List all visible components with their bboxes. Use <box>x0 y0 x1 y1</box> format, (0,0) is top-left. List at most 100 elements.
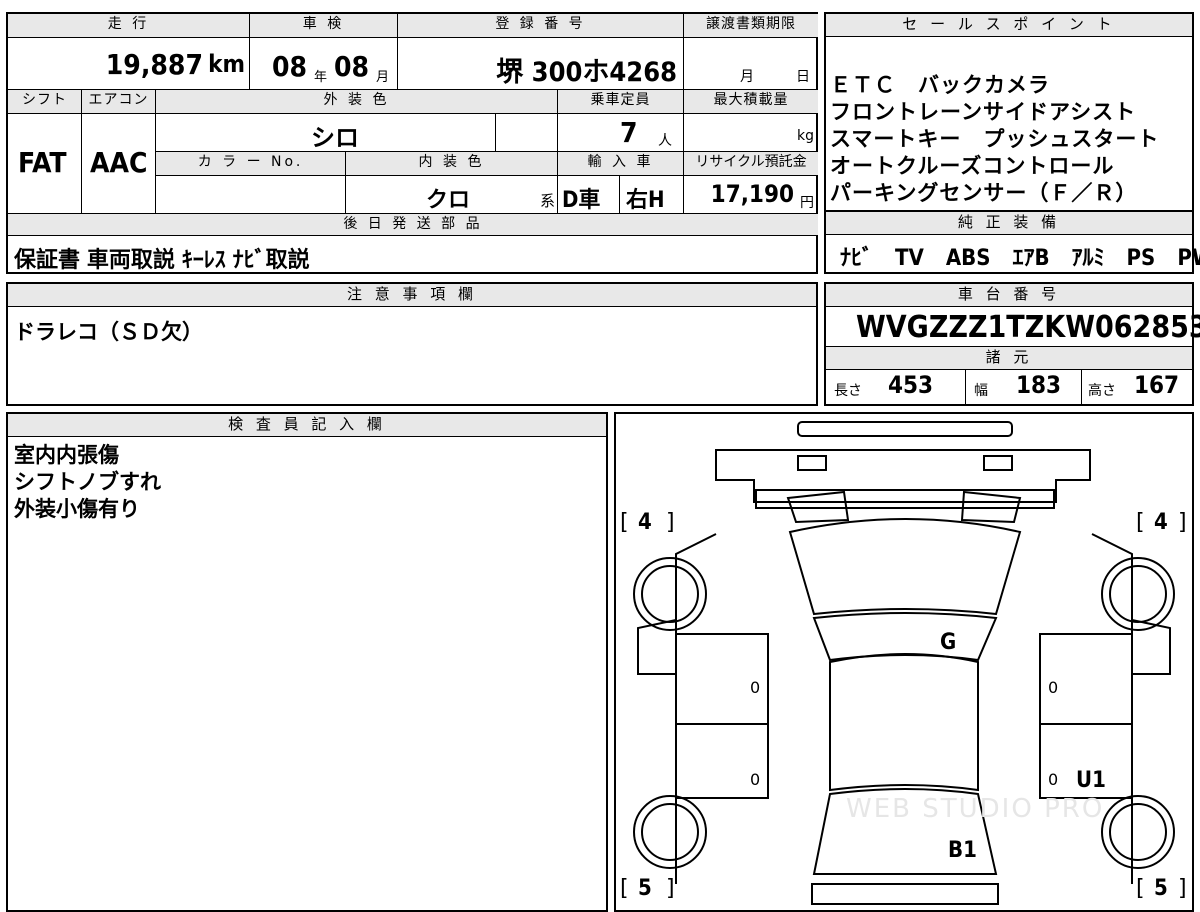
max-load-unit: kg <box>797 128 814 144</box>
inspection-month-unit: 月 <box>376 70 390 85</box>
spec-length-value: 453 <box>888 371 934 399</box>
capacity-header: 乗車定員 <box>558 90 684 114</box>
tire-rl-bracket-close: ] <box>666 876 675 901</box>
inspection-header: 車 検 <box>250 14 398 38</box>
genuine-equipment-value: ﾅﾋﾞ TV ABS ｴｱB ｱﾙﾐ PS PW <box>840 246 1200 271</box>
tire-rr-value: 5 <box>1154 876 1168 901</box>
mileage-value: 19,887 <box>105 48 203 81</box>
genuine-equipment-box: 純 正 装 備 ﾅﾋﾞ TV ABS ｴｱB ｱﾙﾐ PS PW <box>824 212 1200 274</box>
capacity-value: 7 <box>620 116 638 149</box>
spec-height-value: 167 <box>1134 371 1180 399</box>
tire-rl-bracket: [ <box>620 876 629 901</box>
chassis-header: 車 台 番 号 <box>826 284 1192 307</box>
max-load-cell: kg <box>684 114 818 152</box>
inspector-notes: 室内内張傷 シフトノブすれ 外装小傷有り <box>14 442 161 523</box>
damage-mark-g: G <box>940 630 957 655</box>
recycle-unit: 円 <box>800 195 814 211</box>
watermark: WEB STUDIO PRO <box>846 794 1105 824</box>
exterior-color-value: シロ <box>311 124 359 152</box>
later-parts-value: 保証書 車両取説 ｷｰﾚｽ ﾅﾋﾞ取説 <box>14 248 310 273</box>
color-no-header: カ ラ ー No. <box>156 152 346 176</box>
shift-value: FAT <box>18 146 67 179</box>
interior-color-cell: クロ 系 <box>346 176 558 214</box>
shift-header: シフト <box>8 90 82 114</box>
recycle-value: 17,190 <box>710 180 794 208</box>
door-mark-rl: 0 <box>750 770 761 789</box>
spec-width-label: 幅 <box>974 383 988 399</box>
shift-cell: FAT <box>8 114 82 214</box>
sales-point-line: スマートキー プッシュスタート <box>830 127 1160 151</box>
exterior-color-cell: シロ <box>156 114 496 152</box>
registration-header: 登 録 番 号 <box>398 14 684 38</box>
damage-mark-u1: U1 <box>1076 768 1106 793</box>
deadline-header: 譲渡書類期限 <box>684 14 818 38</box>
genuine-equipment-header: 純 正 装 備 <box>826 212 1192 235</box>
mileage-unit: km <box>208 50 245 78</box>
door-mark-fl: 0 <box>750 678 761 697</box>
tire-rl-value: 5 <box>638 876 652 901</box>
spec-height-label: 高さ <box>1088 383 1116 399</box>
tire-rr-bracket-close: ] <box>1178 876 1187 901</box>
door-mark-fr: 0 <box>1048 678 1059 697</box>
sales-points-header: セ ー ル ス ポ イ ン ト <box>826 14 1192 37</box>
registration-value: 堺 300ホ4268 <box>496 57 677 88</box>
tire-front-right-outer <box>1101 557 1175 631</box>
spec-height-cell: 高さ 167 <box>1082 369 1192 404</box>
car-diagram <box>633 421 1175 905</box>
max-load-header: 最大積載量 <box>684 90 818 114</box>
sales-point-line: オートクルーズコントロール <box>830 154 1115 178</box>
registration-cell: 堺 300ホ4268 <box>398 38 684 90</box>
tire-front-right-inner <box>1109 565 1167 623</box>
exterior-color-extra-cell <box>496 114 558 152</box>
inspector-box: 検 査 員 記 入 欄 室内内張傷 シフトノブすれ 外装小傷有り <box>6 412 608 912</box>
capacity-unit: 人 <box>658 133 672 149</box>
chassis-box: 車 台 番 号 WVGZZZ1TZKW062853 諸 元 長さ 453 幅 1… <box>824 282 1200 406</box>
import-value-d: D車 <box>562 188 601 213</box>
specs-header: 諸 元 <box>826 346 1192 370</box>
windshield <box>788 518 1022 616</box>
sales-point-line: ＥＴＣ バックカメラ <box>830 73 1050 97</box>
tire-rear-left-outer <box>633 795 707 869</box>
hood <box>755 489 1055 509</box>
spec-width-value: 183 <box>1016 371 1062 399</box>
deadline-month: 月 <box>740 69 754 85</box>
sales-points-box: セ ー ル ス ポ イ ン ト ＥＴＣ バックカメラフロントレーンサイドアシスト… <box>824 12 1194 212</box>
deadline-cell: 月 日 <box>684 38 818 90</box>
tire-rear-left-inner <box>641 803 699 861</box>
sales-point-line: パーキングセンサー（Ｆ／Ｒ） <box>830 181 1138 205</box>
door-mark-rr: 0 <box>1048 770 1059 789</box>
aircon-cell: AAC <box>82 114 156 214</box>
sales-point-line: フロントレーンサイドアシスト <box>830 100 1137 124</box>
mileage-header: 走 行 <box>8 14 250 38</box>
inspection-year: 08 <box>272 50 308 83</box>
inspector-note-line: シフトノブすれ <box>14 470 161 494</box>
aircon-header: エアコン <box>82 90 156 114</box>
tire-rear-right-inner <box>1109 803 1167 861</box>
tire-fr-bracket-close: ] <box>1178 510 1187 535</box>
later-parts-header: 後 日 発 送 部 品 <box>8 214 818 236</box>
grille-right <box>983 455 1013 471</box>
inspection-month: 08 <box>334 50 370 83</box>
spec-length-label: 長さ <box>834 383 862 399</box>
tire-fl-bracket: [ <box>620 510 629 535</box>
damage-diagram-box: [ 4 ] [ 4 ] [ 5 ] [ 5 ] G U1 B1 0 0 0 0 … <box>614 412 1194 912</box>
interior-color-suffix: 系 <box>539 192 555 210</box>
inspector-note-line: 室内内張傷 <box>14 443 119 467</box>
inspection-cell: 08 年 08 月 <box>250 38 398 90</box>
inspector-header: 検 査 員 記 入 欄 <box>8 414 606 437</box>
mileage-cell: 19,887 km <box>8 38 250 90</box>
spec-width-cell: 幅 183 <box>966 369 1082 404</box>
tire-fr-value: 4 <box>1154 510 1168 535</box>
damage-mark-b1: B1 <box>948 838 977 863</box>
sales-points-list: ＥＴＣ バックカメラフロントレーンサイドアシスト スマートキー プッシュスタートオ… <box>830 72 1159 207</box>
tire-fl-value: 4 <box>638 510 652 535</box>
roof <box>829 653 979 792</box>
notes-value: ドラレコ（ＳＤ欠） <box>14 320 203 344</box>
aircon-value: AAC <box>90 146 148 179</box>
notes-header: 注 意 事 項 欄 <box>8 284 816 307</box>
rear-bumper <box>811 883 999 905</box>
import-header: 輸 入 車 <box>558 152 684 176</box>
tire-front-left-inner <box>641 565 699 623</box>
recycle-cell: 17,190 円 <box>684 176 818 214</box>
tire-rr-bracket: [ <box>1136 876 1145 901</box>
